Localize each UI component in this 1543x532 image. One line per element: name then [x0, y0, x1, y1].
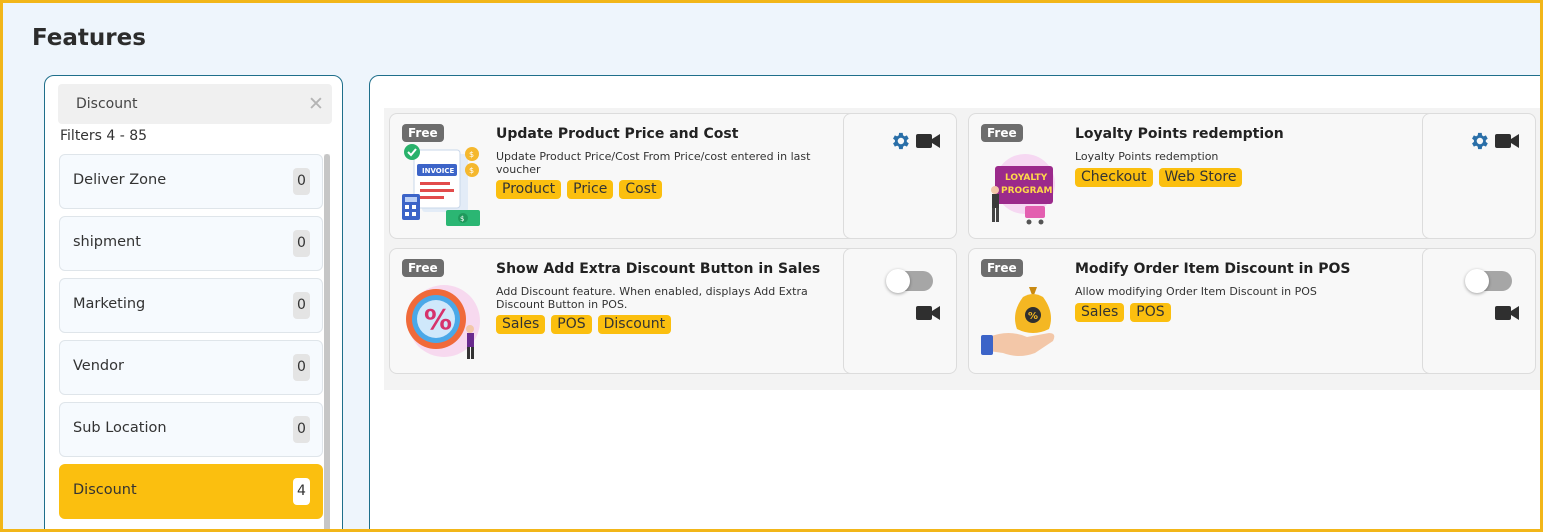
filter-item-label: Discount	[73, 482, 137, 498]
sidebar-scrollbar[interactable]	[324, 154, 330, 529]
filter-count-badge: 0	[293, 292, 310, 319]
feature-title: Update Product Price and Cost	[496, 126, 739, 142]
filter-count-badge: 4	[293, 478, 310, 505]
tag-pos: POS	[551, 315, 592, 334]
feature-actions	[843, 113, 957, 239]
free-badge: Free	[402, 259, 444, 277]
app-frame: Features ✕ Filters 4 - 85 Deliver Zone 0…	[0, 0, 1543, 532]
svg-text:INVOICE: INVOICE	[422, 167, 454, 175]
filter-list: Deliver Zone 0 shipment 0 Marketing 0 Ve…	[59, 154, 324, 529]
feature-tags: Checkout Web Store	[1075, 168, 1243, 187]
invoice-illustration: INVOICE $ $ $	[402, 144, 480, 226]
percent-discount-illustration: %	[406, 285, 480, 359]
feature-cards-grid: Free INVOICE $ $ $ Update Product Price …	[384, 108, 1540, 390]
tag-sales: Sales	[496, 315, 546, 334]
tag-product: Product	[496, 180, 562, 199]
gear-icon[interactable]	[1468, 130, 1490, 152]
money-bag-hand-illustration: %	[981, 287, 1055, 356]
filter-sidebar: ✕ Filters 4 - 85 Deliver Zone 0 shipment…	[44, 75, 343, 529]
filter-item-label: Vendor	[73, 358, 124, 374]
filter-item-label: Marketing	[73, 296, 146, 312]
free-badge: Free	[981, 259, 1023, 277]
tag-discount: Discount	[597, 315, 672, 334]
filter-count-badge: 0	[293, 230, 310, 257]
filter-count-badge: 0	[293, 416, 310, 443]
feature-description: Add Discount feature. When enabled, disp…	[496, 285, 808, 311]
toggle-knob	[1465, 269, 1489, 293]
search-input[interactable]	[58, 84, 298, 124]
feature-actions	[1422, 113, 1536, 239]
scrollbar-thumb[interactable]	[324, 154, 330, 529]
tag-pos: POS	[1130, 303, 1171, 322]
feature-actions	[1422, 248, 1536, 374]
filter-item-label: Sub Location	[73, 420, 167, 436]
filter-count: Filters 4 - 85	[60, 128, 148, 144]
filter-item-label: shipment	[73, 234, 141, 250]
svg-text:$: $	[469, 166, 474, 175]
loyalty-program-illustration: LOYALTY PROGRAM	[991, 154, 1055, 225]
filter-item-label: Deliver Zone	[73, 172, 167, 188]
gear-icon[interactable]	[889, 130, 911, 152]
free-badge: Free	[981, 124, 1023, 142]
svg-text:$: $	[460, 215, 464, 223]
tag-sales: Sales	[1075, 303, 1125, 322]
tag-web-store: Web Store	[1158, 168, 1243, 187]
filter-item-discount[interactable]: Discount 4	[59, 464, 323, 519]
feature-description: Loyalty Points redemption	[1075, 150, 1219, 163]
feature-title: Modify Order Item Discount in POS	[1075, 261, 1351, 277]
feature-title: Show Add Extra Discount Button in Sales	[496, 261, 821, 277]
filter-count-badge: 0	[293, 354, 310, 381]
feature-description: Update Product Price/Cost From Price/cos…	[496, 150, 811, 176]
enable-toggle[interactable]	[1465, 269, 1512, 293]
search-box: ✕	[58, 84, 332, 124]
loyalty-text: LOYALTY	[1005, 173, 1048, 183]
video-camera-icon[interactable]	[916, 305, 940, 321]
filter-item-vendor[interactable]: Vendor 0	[59, 340, 323, 395]
feature-tags: Product Price Cost	[496, 180, 663, 199]
program-text: PROGRAM	[1001, 186, 1052, 196]
feature-tags: Sales POS	[1075, 303, 1171, 322]
svg-text:$: $	[469, 150, 474, 159]
feature-actions	[843, 248, 957, 374]
feature-title: Loyalty Points redemption	[1075, 126, 1284, 142]
feature-tags: Sales POS Discount	[496, 315, 672, 334]
free-badge: Free	[402, 124, 444, 142]
tag-cost: Cost	[619, 180, 663, 199]
video-camera-icon[interactable]	[1495, 133, 1519, 149]
svg-text:%: %	[424, 303, 452, 336]
features-panel: Free INVOICE $ $ $ Update Product Price …	[369, 75, 1540, 529]
page-title: Features	[32, 25, 146, 51]
svg-text:%: %	[1028, 311, 1038, 322]
filter-item-marketing[interactable]: Marketing 0	[59, 278, 323, 333]
filter-count-badge: 0	[293, 168, 310, 195]
close-icon[interactable]: ✕	[306, 94, 326, 114]
enable-toggle[interactable]	[886, 269, 933, 293]
tag-price: Price	[567, 180, 614, 199]
video-camera-icon[interactable]	[916, 133, 940, 149]
video-camera-icon[interactable]	[1495, 305, 1519, 321]
filter-item-sub-location[interactable]: Sub Location 0	[59, 402, 323, 457]
toggle-knob	[886, 269, 910, 293]
tag-checkout: Checkout	[1075, 168, 1153, 187]
feature-description: Allow modifying Order Item Discount in P…	[1075, 285, 1317, 298]
filter-item-deliver-zone[interactable]: Deliver Zone 0	[59, 154, 323, 209]
filter-item-shipment[interactable]: shipment 0	[59, 216, 323, 271]
